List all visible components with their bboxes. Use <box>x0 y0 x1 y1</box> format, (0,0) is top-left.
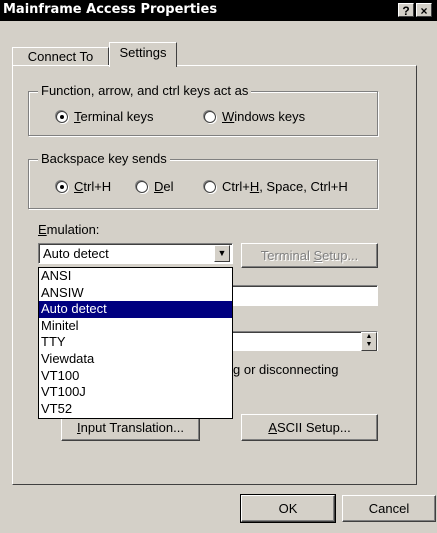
ok-button[interactable]: OK <box>240 494 336 523</box>
ctrl-h-space-radio[interactable]: Ctrl+H, Space, Ctrl+H <box>204 179 348 194</box>
title-bar: Mainframe Access Properties ? × <box>0 0 437 21</box>
list-item[interactable]: VT52 <box>39 401 232 418</box>
window-title: Mainframe Access Properties <box>3 2 218 17</box>
windows-keys-radio[interactable]: Windows keys <box>204 109 305 124</box>
terminal-keys-radio[interactable]: Terminal keys <box>56 109 153 124</box>
list-item-selected[interactable]: Auto detect <box>39 301 232 318</box>
radio-unselected-icon <box>204 180 216 193</box>
emulation-dropdown-list: ANSI ANSIW Auto detect Minitel TTY Viewd… <box>38 267 233 419</box>
chevron-down-icon[interactable]: ▼ <box>214 245 230 262</box>
tab-connect-to[interactable]: Connect To <box>12 47 109 66</box>
spinner-arrows-icon[interactable]: ▲ ▼ <box>361 332 377 351</box>
terminal-setup-button[interactable]: Terminal Setup... <box>241 243 378 268</box>
keys-group-label: Function, arrow, and ctrl keys act as <box>38 83 252 98</box>
radio-unselected-icon <box>136 180 148 193</box>
list-item[interactable]: VT100J <box>39 384 232 401</box>
cancel-button[interactable]: Cancel <box>342 495 436 522</box>
list-item[interactable]: Viewdata <box>39 351 232 368</box>
list-item[interactable]: ANSIW <box>39 285 232 302</box>
tab-settings[interactable]: Settings <box>109 42 177 67</box>
list-item[interactable]: ANSI <box>39 268 232 285</box>
connecting-text: g or disconnecting <box>233 362 339 377</box>
del-radio[interactable]: Del <box>136 179 174 194</box>
list-item[interactable]: Minitel <box>39 318 232 335</box>
ctrl-h-radio[interactable]: Ctrl+H <box>56 179 111 194</box>
close-button[interactable]: × <box>416 3 432 18</box>
radio-selected-icon <box>56 180 68 193</box>
emulation-select[interactable]: Auto detect ▼ <box>38 243 233 264</box>
radio-selected-icon <box>56 110 68 123</box>
list-item[interactable]: TTY <box>39 334 232 351</box>
emulation-value: Auto detect <box>43 246 109 261</box>
radio-unselected-icon <box>204 110 216 123</box>
help-button[interactable]: ? <box>398 3 414 18</box>
emulation-label: Emulation: <box>38 222 100 237</box>
backspace-group-label: Backspace key sends <box>38 151 170 166</box>
list-item[interactable]: VT100 <box>39 368 232 385</box>
ascii-setup-button[interactable]: ASCII Setup... <box>241 414 378 441</box>
